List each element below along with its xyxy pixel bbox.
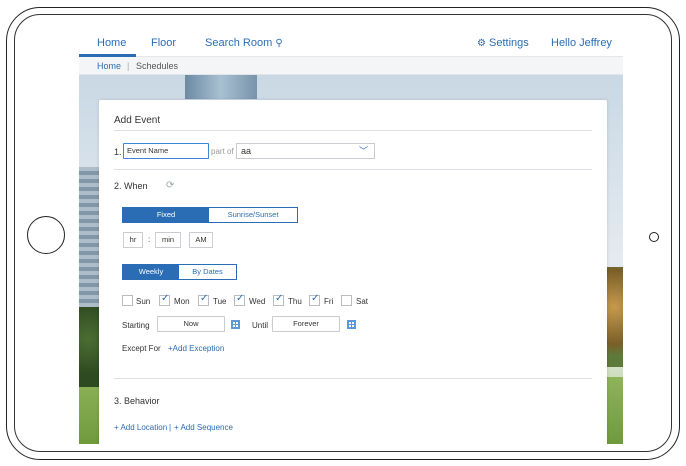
card-title: Add Event <box>114 115 161 126</box>
chevron-down-icon: ﹀ <box>358 146 368 156</box>
until-label: Until <box>252 321 269 330</box>
day-checkbox-sun[interactable] <box>122 295 133 306</box>
mode-sunrise-tab[interactable]: Sunrise/Sunset <box>209 208 297 222</box>
day-label: Thu <box>288 297 302 306</box>
screen: Home Floor Search Room ⚲ ⚙ Settings Hell… <box>79 27 623 444</box>
day-label: Wed <box>249 297 266 306</box>
search-icon: ⚲ <box>275 38 283 49</box>
day-label: Fri <box>324 297 334 306</box>
calendar-icon[interactable] <box>347 320 356 329</box>
starting-label: Starting <box>122 321 150 330</box>
breadcrumb-separator: | <box>127 61 130 71</box>
part-of-label: part of <box>211 147 234 156</box>
nav-search-room[interactable]: Search Room ⚲ <box>205 37 283 49</box>
until-input[interactable]: Forever <box>272 316 340 332</box>
day-checkbox-fri[interactable] <box>309 293 320 306</box>
breadcrumb-current: Schedules <box>136 61 179 71</box>
sync-icon[interactable]: ⟳ <box>166 180 174 191</box>
breadcrumb: Home | Schedules <box>79 57 623 75</box>
hour-input[interactable]: hr <box>123 232 143 248</box>
frequency-toggle: Weekly By Dates <box>122 264 237 280</box>
step2-label: 2. When <box>114 181 148 191</box>
mode-fixed-tab[interactable]: Fixed <box>123 208 209 222</box>
nav-search-label: Search Room <box>205 37 273 49</box>
day-checkbox-sat[interactable] <box>341 295 352 306</box>
day-label: Tue <box>213 297 227 306</box>
step1-number: 1. <box>114 147 122 157</box>
day-checkbox-wed[interactable] <box>234 293 245 306</box>
nav-settings[interactable]: ⚙ Settings <box>477 37 529 49</box>
part-of-select[interactable]: aa ﹀ <box>236 143 375 159</box>
nav-settings-label: Settings <box>489 37 529 49</box>
except-for-label: Except For <box>122 344 161 353</box>
divider <box>114 169 592 170</box>
user-greeting[interactable]: Hello Jeffrey <box>551 37 612 49</box>
gear-icon: ⚙ <box>477 38 486 49</box>
nav-floor[interactable]: Floor <box>151 37 176 49</box>
ampm-button[interactable]: AM <box>189 232 213 248</box>
divider <box>114 378 592 379</box>
add-event-card: Add Event 1. Event Name part of aa ﹀ 2. … <box>99 100 607 444</box>
add-location-link[interactable]: + Add Location <box>114 423 167 432</box>
minute-input[interactable]: min <box>155 232 181 248</box>
freq-weekly-tab[interactable]: Weekly <box>123 265 179 279</box>
starting-input[interactable]: Now <box>157 316 225 332</box>
top-nav: Home Floor Search Room ⚲ ⚙ Settings Hell… <box>79 27 623 57</box>
divider <box>114 130 592 131</box>
calendar-icon[interactable] <box>231 320 240 329</box>
time-colon: : <box>148 235 151 244</box>
part-of-value: aa <box>241 146 252 156</box>
day-checkbox-tue[interactable] <box>198 293 209 306</box>
mode-toggle: Fixed Sunrise/Sunset <box>122 207 298 223</box>
camera-icon <box>649 232 659 242</box>
step3-label: 3. Behavior <box>114 396 160 406</box>
nav-home[interactable]: Home <box>97 37 126 49</box>
day-checkbox-mon[interactable] <box>159 293 170 306</box>
home-button[interactable] <box>27 216 65 254</box>
background-building <box>185 75 257 99</box>
event-name-input[interactable]: Event Name <box>123 143 209 159</box>
day-label: Mon <box>174 297 190 306</box>
day-checkbox-thu[interactable] <box>273 293 284 306</box>
background-tree <box>79 307 101 387</box>
day-label: Sat <box>356 297 369 306</box>
freq-bydates-tab[interactable]: By Dates <box>179 265 236 279</box>
add-exception-link[interactable]: +Add Exception <box>168 344 224 353</box>
link-separator: | <box>169 423 172 432</box>
day-label: Sun <box>136 297 151 306</box>
add-sequence-link[interactable]: + Add Sequence <box>174 423 233 432</box>
breadcrumb-home[interactable]: Home <box>97 61 121 71</box>
